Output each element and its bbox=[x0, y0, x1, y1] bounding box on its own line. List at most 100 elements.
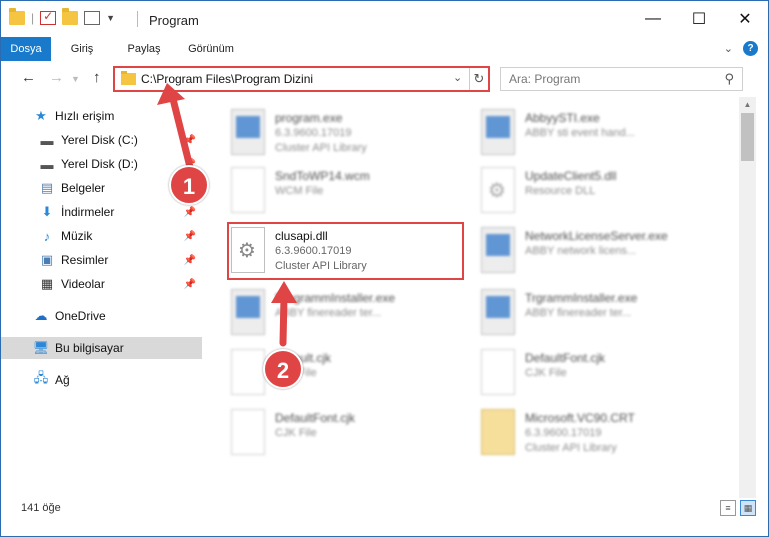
sidebar-item-label: Yerel Disk (C:) bbox=[61, 133, 138, 147]
refresh-icon[interactable]: ↻ bbox=[469, 68, 488, 90]
tiles-view-icon[interactable]: ▦ bbox=[740, 500, 756, 516]
file-item[interactable]: NetworkLicenseServer.exe ABBY network li… bbox=[461, 223, 701, 279]
file-item[interactable]: program.exe 6.3.9600.17019 Cluster API L… bbox=[211, 105, 451, 161]
properties-check-icon[interactable] bbox=[40, 9, 57, 25]
file-item[interactable]: DefaultFont.cjk CJK File bbox=[211, 405, 451, 461]
vertical-scrollbar[interactable]: ▲ ▼ bbox=[739, 97, 756, 513]
window-controls: — ☐ ✕ bbox=[630, 1, 768, 37]
back-arrow-icon[interactable]: ← bbox=[21, 69, 36, 86]
help-icon[interactable]: ? bbox=[743, 41, 758, 56]
sidebar-item-label: Bu bilgisayar bbox=[55, 341, 124, 355]
music-icon: ♪ bbox=[43, 228, 51, 244]
exe-file-icon bbox=[231, 289, 265, 335]
minimize-button[interactable]: — bbox=[630, 1, 676, 37]
document-file-icon bbox=[231, 409, 265, 455]
document-file-icon bbox=[231, 167, 265, 213]
tab-paylas[interactable]: Paylaş bbox=[123, 37, 165, 61]
file-item[interactable]: UpdateClient5.dll Resource DLL bbox=[461, 163, 701, 219]
address-dropdown-chevron-icon[interactable]: ⌄ bbox=[453, 71, 462, 84]
sidebar-item-label: Ağ bbox=[55, 373, 70, 387]
file-meta: WCM File bbox=[275, 185, 324, 197]
tab-giris[interactable]: Giriş bbox=[65, 37, 99, 61]
file-name: NetworkLicenseServer.exe bbox=[525, 229, 668, 243]
new-folder-icon[interactable] bbox=[62, 8, 79, 25]
sidebar-item-label: Hızlı erişim bbox=[55, 109, 115, 123]
tab-gorunum[interactable]: Görünüm bbox=[185, 37, 237, 61]
dll-file-icon bbox=[481, 167, 515, 213]
file-meta: ABBY sti event hand... bbox=[525, 127, 635, 139]
pin-icon: 📌 bbox=[183, 278, 196, 290]
sidebar-item-label: Yerel Disk (D:) bbox=[61, 157, 138, 171]
exe-file-icon bbox=[481, 289, 515, 335]
sidebar-item-this-pc[interactable]: 🖥 Bu bilgisayar bbox=[1, 337, 202, 359]
sidebar-item-label: Belgeler bbox=[61, 181, 106, 195]
file-item[interactable]: TrgrammInstaller.exe ABBY finereader ter… bbox=[461, 285, 701, 341]
details-view-icon[interactable]: ≡ bbox=[720, 500, 736, 516]
scroll-thumb[interactable] bbox=[741, 113, 754, 161]
sidebar-item-pictures[interactable]: ▣ Resimler 📌 bbox=[1, 249, 202, 271]
file-meta: ABBY network licens... bbox=[525, 245, 637, 257]
view-buttons: ≡ ▦ bbox=[720, 500, 756, 516]
sidebar-item-network[interactable]: 🖧 Ağ bbox=[1, 369, 202, 391]
file-name: DefaultFont.cjk bbox=[525, 351, 606, 365]
view-options-icon[interactable] bbox=[84, 11, 101, 25]
file-name: UpdateClient5.dll bbox=[525, 169, 617, 183]
file-name: AbbyySTI.exe bbox=[525, 111, 600, 125]
file-item[interactable]: Microsoft.VC90.CRT 6.3.9600.17019 Cluste… bbox=[461, 405, 701, 461]
pin-icon: 📌 bbox=[183, 230, 196, 242]
title-bar: | ▼ Program — ☐ ✕ bbox=[1, 1, 768, 37]
file-item[interactable]: Default.cjk CJK File bbox=[211, 345, 451, 401]
file-item[interactable]: AbbyySTI.exe ABBY sti event hand... bbox=[461, 105, 701, 161]
pictures-icon: ▣ bbox=[40, 252, 54, 267]
sidebar-item-local-disk-c[interactable]: ▬ Yerel Disk (C:) 📌 bbox=[1, 129, 202, 151]
sidebar-item-local-disk-d[interactable]: ▬ Yerel Disk (D:) 📌 bbox=[1, 153, 202, 175]
file-meta: 6.3.9600.17019 bbox=[525, 427, 602, 439]
file-item[interactable]: ProgrammInstaller.exe ABBY finereader te… bbox=[211, 285, 451, 341]
address-folder-icon bbox=[121, 71, 136, 85]
step-1-badge: 1 bbox=[169, 165, 209, 205]
download-icon: ⬇ bbox=[41, 204, 53, 219]
sidebar-item-label: OneDrive bbox=[55, 309, 106, 323]
status-bar: 141 öğe ≡ ▦ bbox=[1, 498, 768, 520]
file-name: DefaultFont.cjk bbox=[275, 411, 356, 425]
expand-ribbon-chevron-icon[interactable]: ⌄ bbox=[724, 42, 733, 55]
search-placeholder: Ara: Program bbox=[509, 72, 581, 86]
exe-file-icon bbox=[481, 227, 515, 273]
drive-icon: ▬ bbox=[40, 132, 54, 148]
ribbon-right-controls: ⌄ ? bbox=[724, 41, 758, 56]
address-bar[interactable]: C:\Program Files\Program Dizini ⌄ ↻ bbox=[113, 66, 490, 92]
address-path[interactable]: C:\Program Files\Program Dizini bbox=[141, 72, 313, 86]
customize-toolbar-chevron-icon[interactable]: ▼ bbox=[106, 13, 115, 23]
computer-icon: 🖥 bbox=[32, 340, 50, 355]
sidebar-item-label: Resimler bbox=[61, 253, 109, 267]
file-name: ProgrammInstaller.exe bbox=[275, 291, 396, 305]
maximize-button[interactable]: ☐ bbox=[676, 1, 722, 37]
up-arrow-icon[interactable]: ↑ bbox=[93, 69, 101, 86]
forward-arrow-icon[interactable]: → bbox=[49, 69, 64, 86]
recent-locations-chevron-icon[interactable]: ▼ bbox=[71, 74, 80, 84]
sidebar-item-quick-access[interactable]: ★ Hızlı erişim bbox=[1, 105, 202, 127]
file-name: TrgrammInstaller.exe bbox=[525, 291, 638, 305]
sidebar-item-onedrive[interactable]: ☁ OneDrive bbox=[1, 305, 202, 327]
sidebar-item-videos[interactable]: ▦ Videolar 📌 bbox=[1, 273, 202, 295]
file-item[interactable]: SndToWP14.wcm WCM File bbox=[211, 163, 451, 219]
document-file-icon bbox=[231, 349, 265, 395]
scroll-up-icon[interactable]: ▲ bbox=[739, 97, 756, 113]
ribbon-tabs: Dosya Giriş Paylaş Görünüm ⌄ ? bbox=[1, 37, 768, 61]
folder-icon[interactable] bbox=[9, 8, 25, 25]
file-item[interactable]: DefaultFont.cjk CJK File bbox=[461, 345, 701, 401]
toolbar-separator: | bbox=[31, 11, 35, 25]
archive-file-icon bbox=[481, 409, 515, 455]
file-list: program.exe 6.3.9600.17019 Cluster API L… bbox=[211, 99, 739, 495]
tab-dosya[interactable]: Dosya bbox=[1, 37, 51, 61]
search-input[interactable]: Ara: Program ⚲ bbox=[500, 67, 743, 91]
file-name: SndToWP14.wcm bbox=[275, 169, 370, 183]
close-button[interactable]: ✕ bbox=[722, 1, 768, 37]
explorer-window: | ▼ Program — ☐ ✕ Dosya Giriş Paylaş Gör… bbox=[0, 0, 769, 537]
sidebar-item-downloads[interactable]: ⬇ İndirmeler 📌 bbox=[1, 201, 202, 223]
exe-file-icon bbox=[231, 109, 265, 155]
pin-icon: 📌 bbox=[183, 206, 196, 218]
clusapi-highlight-box bbox=[227, 222, 464, 280]
search-icon[interactable]: ⚲ bbox=[724, 71, 734, 87]
sidebar-item-music[interactable]: ♪ Müzik 📌 bbox=[1, 225, 202, 247]
